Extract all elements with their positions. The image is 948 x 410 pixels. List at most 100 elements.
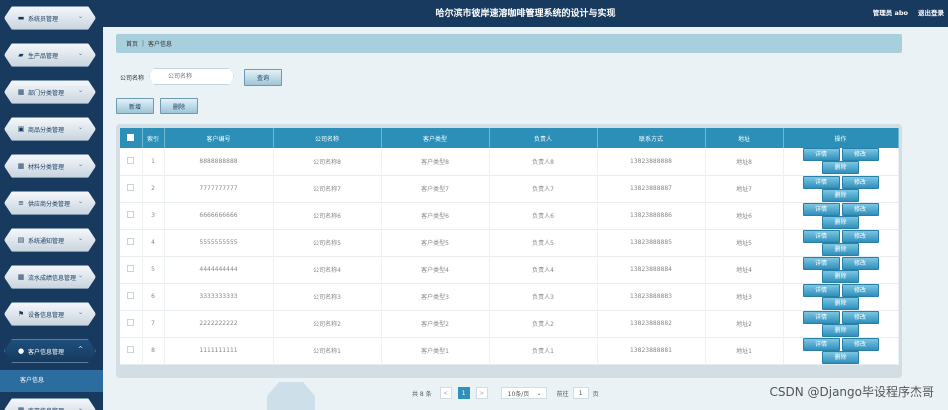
cell-company: 公司名称7 [273,175,382,202]
delete-button[interactable]: 删除 [822,350,859,364]
delete-button[interactable]: 删除 [822,269,859,283]
edit-button[interactable]: 修改 [841,148,879,162]
cell-company: 公司名称1 [273,337,382,364]
detail-button[interactable]: 详情 [802,148,840,162]
chevron-down-icon: ⌄ [536,389,542,397]
sidebar-item[interactable]: ▦ 流水成绩信息管理 ⌄ [0,259,103,296]
detail-button[interactable]: 详情 [802,310,840,324]
delete-button[interactable]: 删除 [822,323,859,337]
edit-button[interactable]: 修改 [841,202,879,216]
row-actions: 详情 修改删除 [783,256,899,283]
edit-button[interactable]: 修改 [841,175,879,189]
sidebar-menu-button[interactable]: ▦ 流水成绩信息管理 ⌄ [4,265,96,289]
sidebar-item[interactable]: ▰ 生产品管理 ⌄ [0,37,103,74]
cell-type: 客户类型4 [381,256,490,283]
check-icon: ▣ [17,125,25,133]
edit-button[interactable]: 修改 [841,283,879,297]
edit-button[interactable]: 修改 [841,256,879,270]
chevron-down-icon: ⌄ [77,87,83,94]
delete-button[interactable]: 删除 [822,161,859,175]
decorative-shape [267,382,315,410]
company-search-input[interactable] [149,68,234,85]
prev-page-button[interactable]: < [439,387,452,399]
batch-delete-button[interactable]: 删除 [160,98,198,114]
breadcrumb-home[interactable]: 首页 [126,39,138,48]
column-header: 公司名称 [273,128,382,148]
cell-phone: 13823888883 [597,283,706,310]
goto-label: 前往 [556,390,569,398]
grid-icon: ▦ [17,273,25,281]
sidebar-menu-button[interactable]: ▤ 系统通知管理 ⌄ [4,228,96,252]
sidebar-menu-button[interactable]: ▰ 生产品管理 ⌄ [4,43,96,67]
edit-button[interactable]: 修改 [841,310,879,324]
sidebar-item[interactable]: ▤ 系统通知管理 ⌄ [0,222,103,259]
sidebar-menu-button[interactable]: ▬ 系统员管理 ⌄ [4,6,96,30]
sidebar-menu-button[interactable]: ● 客户信息管理 ^ [4,339,96,363]
delete-button[interactable]: 删除 [822,242,859,256]
next-page-button[interactable]: > [475,387,488,399]
column-header: 客户类型 [381,128,490,148]
sidebar: ▬ 系统员管理 ⌄ ▰ 生产品管理 ⌄ ▦ 部门分类管理 ⌄ ▣ 商品分类管理 ⌄ ▦ 材料分类管理 ⌄ ≡ 供… [0,0,103,410]
cell-owner: 负责人5 [489,229,598,256]
table-header-row: 索引 客户编号 公司名称 客户类型 负责人 联系方式 地址 操作 [120,128,899,148]
sidebar-menu-button[interactable]: ≡ 供应商分类管理 ⌄ [4,191,96,215]
table-row: 8 1111111111 公司名称1 客户类型1 负责人1 13823888881 地址1 详… [120,337,899,364]
cell-company: 公司名称8 [273,148,382,175]
sidebar-item[interactable]: ⚑ 设备信息管理 ⌄ [0,296,103,333]
delete-button[interactable]: 删除 [822,215,859,229]
cell-owner: 负责人3 [489,283,598,310]
add-button[interactable]: 新增 [116,98,154,114]
sidebar-menu-button[interactable]: ▦ 材料分类管理 ⌄ [4,154,96,178]
cell-owner: 负责人1 [489,337,598,364]
delete-button[interactable]: 删除 [822,188,859,202]
edit-button[interactable]: 修改 [841,337,879,351]
row-actions: 详情 修改删除 [783,310,899,337]
sidebar-item[interactable]: ▬ 系统员管理 ⌄ [0,0,103,37]
page-size-select[interactable]: 10条/页 ⌄ [500,387,547,399]
sidebar-item[interactable]: ≡ 供应商分类管理 ⌄ [0,185,103,222]
cell-owner: 负责人2 [489,310,598,337]
row-checkbox[interactable] [120,229,143,256]
table-row: 5 4444444444 公司名称4 客户类型4 负责人4 13823888884 地址4 详… [120,256,899,283]
cell-type: 客户类型1 [381,337,490,364]
sidebar-menu-button[interactable]: ▦ 部门分类管理 ⌄ [4,80,96,104]
page-number-button[interactable]: 1 [457,387,470,399]
sidebar-sub-item[interactable]: 客户信息 [0,370,103,392]
column-header: 客户编号 [164,128,274,148]
sidebar-item[interactable]: ▦库存信息管理 ⌄ [0,392,103,410]
query-button[interactable]: 查询 [244,69,282,86]
sidebar-menu-button[interactable]: ▦库存信息管理 ⌄ [4,398,96,410]
goto-page-input[interactable]: 1 [572,387,589,399]
detail-button[interactable]: 详情 [802,175,840,189]
edit-button[interactable]: 修改 [841,229,879,243]
delete-button[interactable]: 删除 [822,296,859,310]
sidebar-item-label: 库存信息管理 [28,406,64,410]
chevron-down-icon: ⌄ [77,50,83,57]
grid-icon: ▦ [17,406,25,410]
detail-button[interactable]: 详情 [802,337,840,351]
sidebar-menu-button[interactable]: ▣ 商品分类管理 ⌄ [4,117,96,141]
row-checkbox[interactable] [120,175,143,202]
sidebar-item[interactable]: ● 客户信息管理 ^ [0,333,103,370]
sidebar-menu-button[interactable]: ⚑ 设备信息管理 ⌄ [4,302,96,326]
row-checkbox[interactable] [120,202,143,229]
chevron-down-icon: ⌄ [77,235,83,242]
sidebar-item[interactable]: ▦ 材料分类管理 ⌄ [0,148,103,185]
row-checkbox[interactable] [120,337,143,364]
row-checkbox[interactable] [120,310,143,337]
row-checkbox[interactable] [120,283,143,310]
row-checkbox[interactable] [120,256,143,283]
sidebar-item[interactable]: ▣ 商品分类管理 ⌄ [0,111,103,148]
detail-button[interactable]: 详情 [802,229,840,243]
detail-button[interactable]: 详情 [802,202,840,216]
row-checkbox[interactable] [120,148,143,175]
admin-label: 管理员 abo [872,9,908,17]
sidebar-item[interactable]: ▦ 部门分类管理 ⌄ [0,74,103,111]
chevron-up-icon: ^ [77,346,83,353]
detail-button[interactable]: 详情 [802,283,840,297]
select-all-checkbox[interactable] [120,128,143,148]
column-header: 操作 [783,128,899,148]
detail-button[interactable]: 详情 [802,256,840,270]
logout-link[interactable]: 退出登录 [918,7,944,17]
table-row: 3 6666666666 公司名称6 客户类型6 负责人6 13823888886 地址6 详… [120,202,899,229]
